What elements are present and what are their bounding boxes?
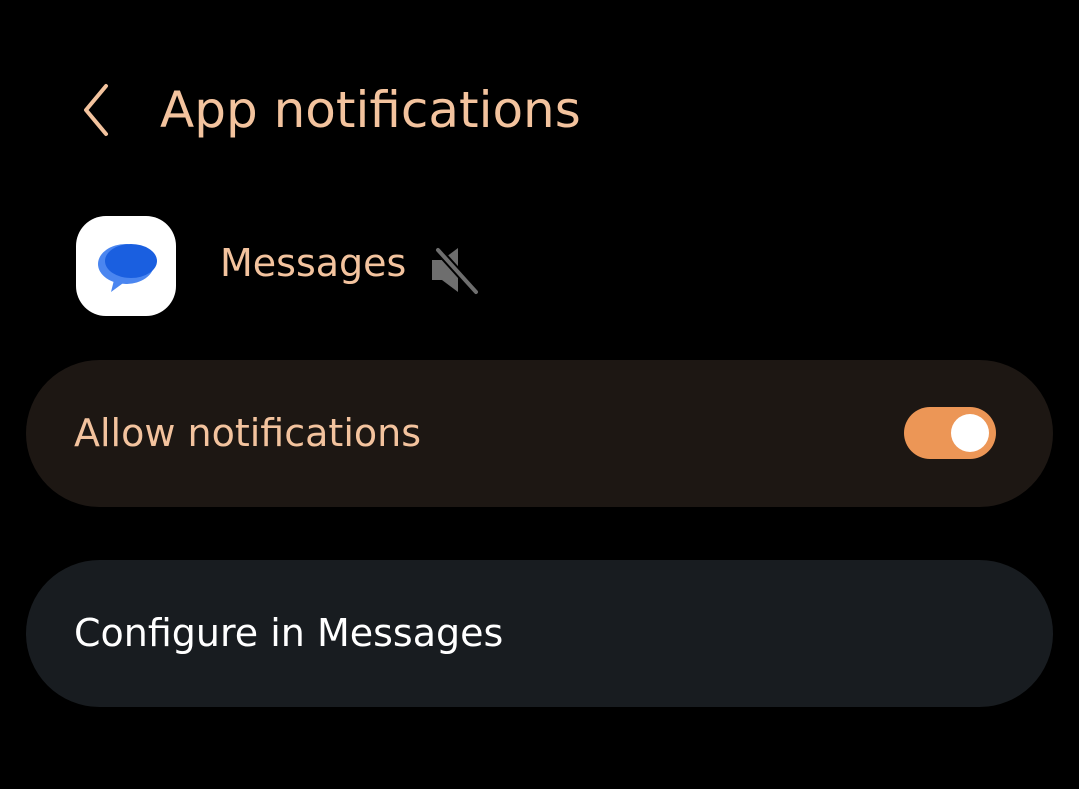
allow-notifications-toggle[interactable]: [904, 407, 996, 459]
configure-label: Configure in Messages: [74, 611, 504, 655]
muted-speaker-icon: [432, 246, 480, 296]
configure-in-messages-button[interactable]: Configure in Messages: [26, 560, 1053, 707]
app-info-row: Messages: [0, 210, 1079, 320]
chevron-left-icon: [84, 84, 108, 136]
messages-app-icon: [76, 216, 176, 316]
header-bar: App notifications: [0, 60, 1079, 160]
chat-bubble-icon: [98, 244, 157, 292]
app-name: Messages: [220, 241, 407, 285]
back-button[interactable]: [66, 78, 126, 142]
allow-notifications-label: Allow notifications: [74, 411, 422, 455]
allow-notifications-card[interactable]: Allow notifications: [26, 360, 1053, 507]
page-title: App notifications: [160, 81, 581, 139]
toggle-knob: [951, 414, 989, 452]
